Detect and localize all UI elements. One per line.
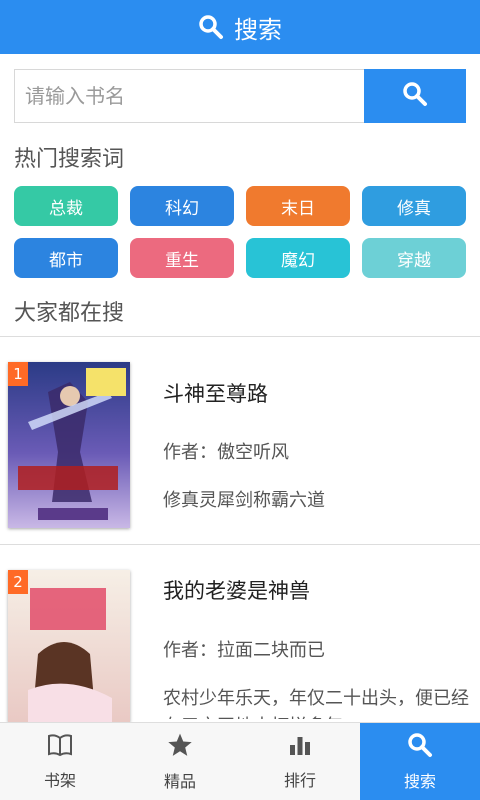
- rank-badge: 2: [8, 570, 28, 594]
- book-cover: 1: [8, 362, 130, 528]
- book-list-item[interactable]: 2 我的老婆是神兽 作者：拉面二块而已 农村少年乐天，年仅二十出头，便已经在三亩…: [0, 545, 480, 735]
- search-button[interactable]: [364, 69, 466, 123]
- tab-label: 排行: [283, 771, 316, 790]
- hot-tag[interactable]: 修真: [362, 186, 466, 226]
- tab-label: 书架: [43, 771, 76, 790]
- book-icon: [47, 733, 73, 761]
- tab-bookshelf[interactable]: 书架: [0, 723, 120, 800]
- bar-chart-icon: [288, 733, 312, 761]
- bottom-tab-bar: 书架 精品 排行 搜索: [0, 722, 480, 800]
- search-icon: [402, 81, 428, 111]
- search-bar: [14, 69, 466, 123]
- popular-search-title: 大家都在搜: [14, 301, 125, 326]
- search-icon: [407, 732, 433, 762]
- page-title: 搜索: [234, 15, 282, 44]
- hot-tag[interactable]: 穿越: [362, 238, 466, 278]
- tab-featured[interactable]: 精品: [120, 723, 240, 800]
- book-author: 作者：拉面二块而已: [163, 640, 325, 661]
- tab-ranking[interactable]: 排行: [240, 723, 360, 800]
- hot-tag[interactable]: 总裁: [14, 186, 118, 226]
- tab-label: 精品: [163, 772, 196, 791]
- book-title: 我的老婆是神兽: [163, 579, 310, 603]
- book-author: 作者：傲空听风: [163, 442, 289, 463]
- search-icon: [198, 14, 224, 40]
- rank-badge: 1: [8, 362, 28, 386]
- star-icon: [167, 732, 193, 762]
- hot-tag[interactable]: 末日: [246, 186, 350, 226]
- book-description: 修真灵犀剑称霸六道: [163, 490, 325, 511]
- hot-tag[interactable]: 都市: [14, 238, 118, 278]
- hot-tag[interactable]: 魔幻: [246, 238, 350, 278]
- app-header: 搜索: [0, 0, 480, 54]
- tab-search[interactable]: 搜索: [360, 723, 480, 800]
- tab-label: 搜索: [403, 772, 436, 791]
- book-cover: 2: [8, 570, 130, 722]
- book-title: 斗神至尊路: [163, 382, 268, 406]
- hot-search-title: 热门搜索词: [14, 147, 125, 172]
- book-description: 农村少年乐天，年仅二十出头，便已经在三亩田地中打拼多年……: [163, 688, 469, 719]
- search-input[interactable]: [14, 69, 364, 123]
- book-list-item[interactable]: 1 斗神至尊路 作者：傲空听风 修真灵犀剑称霸六道: [0, 337, 480, 528]
- hot-tag-grid: 总裁 科幻 末日 修真 都市 重生 魔幻 穿越: [14, 186, 466, 278]
- hot-tag[interactable]: 重生: [130, 238, 234, 278]
- hot-tag[interactable]: 科幻: [130, 186, 234, 226]
